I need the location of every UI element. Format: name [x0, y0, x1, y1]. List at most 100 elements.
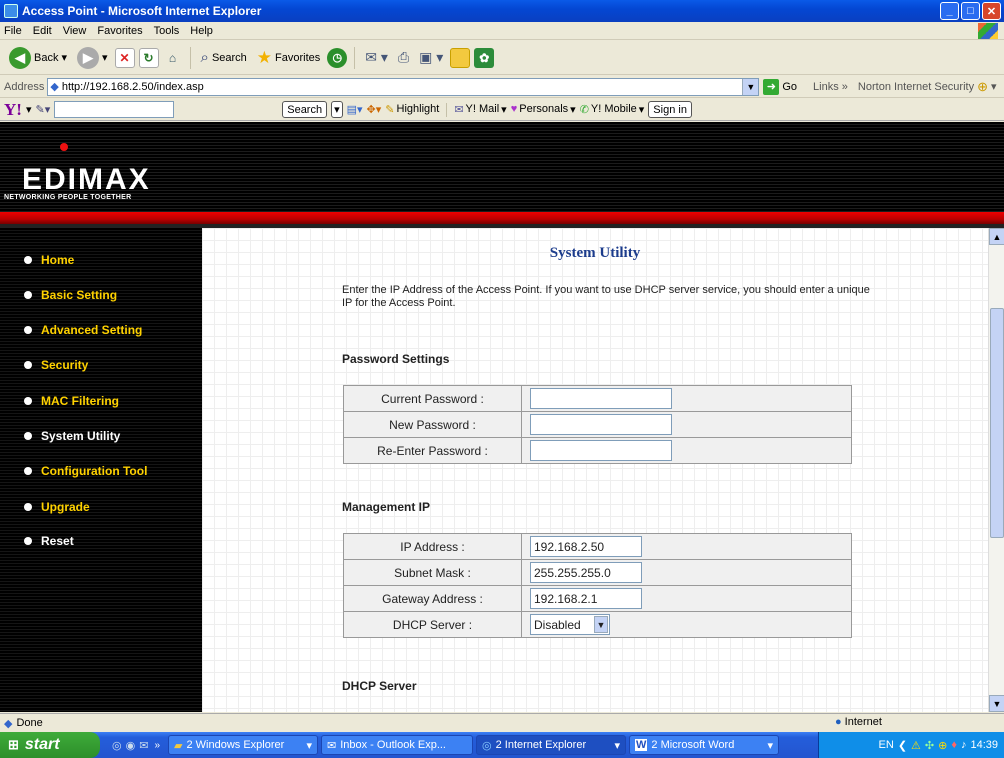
nav-security[interactable]: Security [24, 358, 88, 372]
volume-icon[interactable]: ♪ [961, 739, 967, 751]
address-input[interactable]: ◆ http://192.168.2.50/index.asp ▼ [47, 77, 760, 96]
highlight-button[interactable]: ✎ Highlight [385, 103, 439, 116]
new-password-input[interactable] [530, 414, 672, 435]
layout-icon[interactable]: ▤▾ [347, 103, 363, 116]
task-microsoft-word[interactable]: W2 Microsoft Word ▾ [629, 735, 779, 755]
dhcp-server-select[interactable]: Disabled ▼ [530, 614, 610, 635]
menu-view[interactable]: View [63, 25, 87, 37]
go-button[interactable]: ➜ Go [763, 78, 797, 95]
close-button[interactable]: ✕ [982, 2, 1001, 20]
chevron-down-icon[interactable]: ▼ [742, 78, 759, 95]
history-icon[interactable]: ◷ [327, 47, 348, 68]
nav-system-utility[interactable]: System Utility [24, 429, 120, 443]
menu-favorites[interactable]: Favorites [97, 25, 142, 37]
gateway-address-label: Gateway Address : [343, 585, 522, 612]
nav-configuration-tool[interactable]: Configuration Tool [24, 464, 147, 478]
reenter-password-label: Re-Enter Password : [343, 437, 522, 464]
page-description: Enter the IP Address of the Access Point… [342, 284, 870, 309]
nav-reset[interactable]: Reset [24, 534, 74, 548]
search-button[interactable]: ⌕ Search [198, 45, 250, 71]
links-button[interactable]: Links » [813, 81, 848, 93]
yahoo-search-dropdown[interactable]: ▾ [331, 101, 343, 118]
back-button[interactable]: ◀ Back ▾ [6, 45, 70, 71]
network-icon[interactable]: ✣ [925, 739, 934, 752]
sidebar-nav: Home Basic Setting Advanced Setting Secu… [0, 228, 202, 712]
table-row: Gateway Address : 192.168.2.1 [343, 585, 852, 612]
nav-home[interactable]: Home [24, 253, 74, 267]
window-titlebar[interactable]: Access Point - Microsoft Internet Explor… [0, 0, 1004, 22]
collapse-tray-icon[interactable]: ❮ [898, 739, 907, 752]
folder-icon: ▰ [174, 739, 183, 752]
task-internet-explorer[interactable]: ◎ 2 Internet Explorer ▾ [476, 735, 626, 755]
pencil-icon[interactable]: ✎▾ [35, 103, 50, 116]
stop-icon[interactable]: ✕ [114, 47, 135, 68]
ip-address-input[interactable]: 192.168.2.50 [530, 536, 642, 557]
menu-help[interactable]: Help [190, 25, 213, 37]
phone-icon: ✆ [579, 104, 589, 116]
main-content: System Utility Enter the IP Address of t… [202, 228, 988, 712]
task-windows-explorer[interactable]: ▰ 2 Windows Explorer ▾ [168, 735, 318, 755]
nav-basic-setting[interactable]: Basic Setting [24, 288, 117, 302]
page-done-icon: ◆ [4, 717, 13, 730]
nav-advanced-setting[interactable]: Advanced Setting [24, 323, 142, 337]
menu-tools[interactable]: Tools [154, 25, 180, 37]
quicklaunch-outlook-icon[interactable]: ✉ [139, 739, 148, 752]
forward-button[interactable]: ▶ ▾ [74, 45, 111, 71]
minimize-button[interactable]: _ [940, 2, 959, 20]
scroll-down-icon[interactable]: ▼ [989, 695, 1004, 712]
search-icon: ⌕ [200, 49, 209, 66]
refresh-icon[interactable]: ↻ [138, 47, 159, 68]
yahoo-search-button[interactable]: Search [282, 101, 328, 118]
security-tray-icon[interactable]: ♦ [951, 739, 957, 751]
current-password-input[interactable] [530, 388, 672, 409]
bullet-icon [24, 291, 32, 299]
bullet-icon [24, 432, 32, 440]
bullet-icon [24, 397, 32, 405]
subnet-mask-input[interactable]: 255.255.255.0 [530, 562, 642, 583]
task-outlook-express[interactable]: ✉ Inbox - Outlook Exp... [321, 735, 473, 755]
menu-file[interactable]: File [4, 25, 22, 37]
edit-icon[interactable]: ▣ ▾ [416, 45, 446, 71]
scroll-up-icon[interactable]: ▲ [989, 228, 1004, 245]
table-row: DHCP Server : Disabled ▼ [343, 611, 852, 638]
yahoo-logo-icon[interactable]: Y! [4, 100, 22, 120]
norton-button[interactable]: Norton Internet Security ⊕ ▾ [858, 79, 997, 95]
home-icon[interactable]: ⌂ [163, 48, 183, 68]
warning-icon[interactable]: ⚠ [911, 739, 921, 752]
forward-arrow-icon: ▶ [77, 46, 99, 69]
ymail-button[interactable]: ✉ Y! Mail ▾ [454, 103, 506, 116]
vertical-scrollbar[interactable]: ▲ ▼ [988, 228, 1004, 712]
bullet-icon [24, 256, 32, 264]
yahoo-search-input[interactable] [54, 101, 175, 118]
menu-edit[interactable]: Edit [33, 25, 52, 37]
envelope-icon: ✉ [454, 104, 464, 116]
gateway-address-input[interactable]: 192.168.2.1 [530, 588, 642, 609]
new-password-label: New Password : [343, 411, 522, 438]
crosshair-icon[interactable]: ✥▾ [367, 103, 382, 116]
star-icon: ★ [256, 47, 273, 67]
folder-icon[interactable] [450, 47, 471, 68]
system-tray: EN ❮ ⚠ ✣ ⊕ ♦ ♪ 14:39 [818, 732, 1004, 758]
quicklaunch-browser-icon[interactable]: ◉ [126, 739, 136, 752]
print-icon[interactable]: ⎙ [395, 45, 412, 71]
nav-mac-filtering[interactable]: MAC Filtering [24, 394, 119, 408]
ie-icon: ◎ [482, 739, 492, 752]
reenter-password-input[interactable] [530, 440, 672, 461]
start-button[interactable]: ⊞ start [0, 732, 100, 758]
language-indicator[interactable]: EN [879, 739, 894, 751]
ymobile-button[interactable]: ✆ Y! Mobile ▾ [580, 103, 645, 116]
windows-flag-icon: ⊞ [8, 737, 19, 752]
scroll-thumb[interactable] [990, 308, 1004, 538]
signin-button[interactable]: Sign in [648, 101, 692, 118]
status-bar: ◆ Done ● Internet [0, 713, 1004, 732]
mail-icon[interactable]: ✉ ▾ [362, 45, 391, 71]
messenger-icon[interactable]: ✿ [474, 47, 495, 68]
favorites-button[interactable]: ★ Favorites [254, 45, 324, 71]
quicklaunch-ie-icon[interactable]: ◎ [112, 739, 122, 752]
norton-tray-icon[interactable]: ⊕ [938, 739, 947, 752]
personals-button[interactable]: ♥ Personals ▾ [511, 103, 576, 116]
maximize-button[interactable]: □ [961, 2, 980, 20]
nav-upgrade[interactable]: Upgrade [24, 500, 90, 514]
table-row: Re-Enter Password : [343, 437, 852, 464]
page-icon: ◆ [50, 81, 59, 93]
